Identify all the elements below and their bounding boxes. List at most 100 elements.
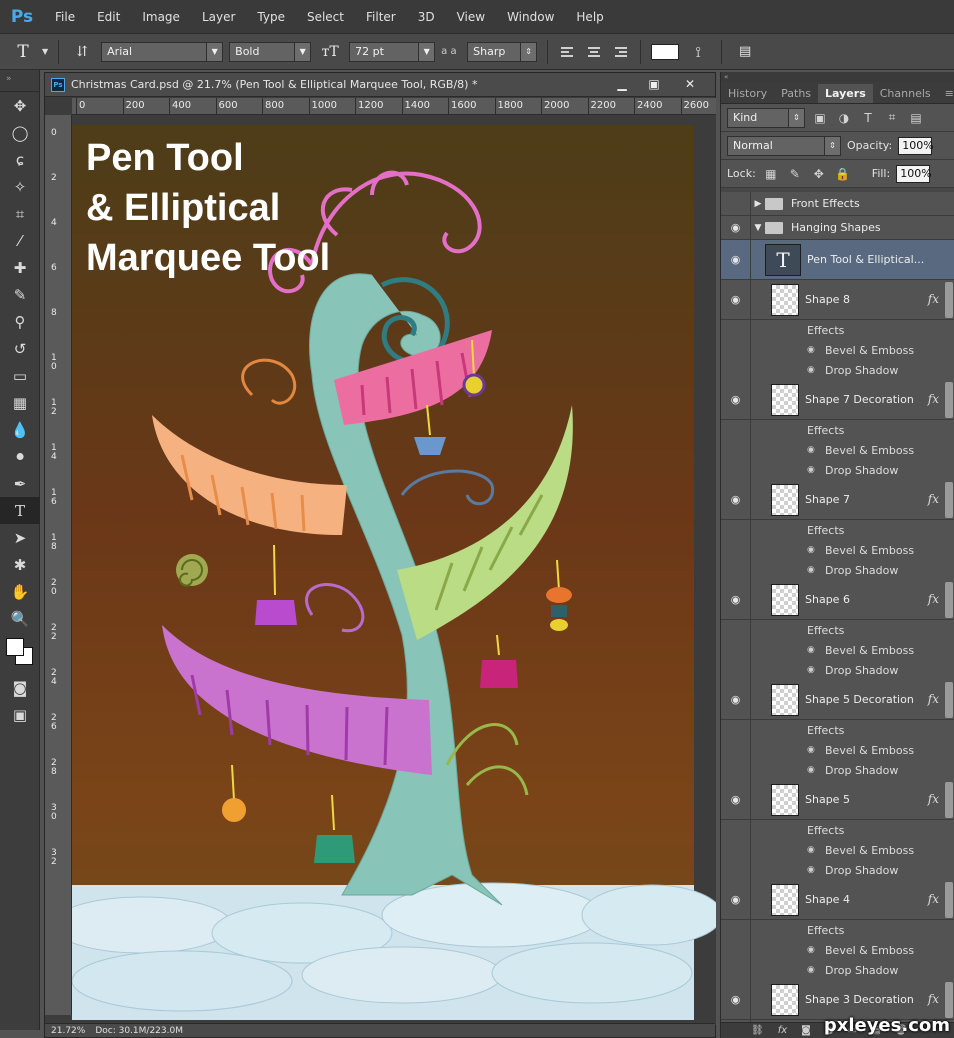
effect-bevel-row[interactable]: ◉ Bevel & Emboss [721, 740, 954, 760]
image-filter-icon[interactable]: ▣ [811, 110, 829, 126]
align-left-icon[interactable] [558, 42, 578, 62]
eye-icon[interactable]: ◉ [807, 465, 819, 475]
antialias-select[interactable]: Sharp ⇕ [467, 41, 538, 62]
lock-transparency-icon[interactable]: ▦ [762, 166, 780, 182]
eye-icon[interactable]: ◉ [807, 565, 819, 575]
fx-icon[interactable]: fx [928, 592, 939, 606]
expand-triangle-icon[interactable]: ▶ [751, 199, 765, 209]
layer-row[interactable]: ◉ Shape 8 fx [721, 279, 954, 320]
tab-history[interactable]: History [721, 84, 774, 103]
effects-toggle-icon[interactable] [945, 982, 953, 1018]
eye-icon[interactable]: ◉ [807, 745, 819, 755]
font-family-select[interactable]: Arial ▼ [101, 41, 224, 62]
eye-icon[interactable]: ◉ [807, 445, 819, 455]
effects-row[interactable]: Effects [721, 820, 954, 840]
lock-position-icon[interactable]: ✥ [810, 166, 828, 182]
font-style-select[interactable]: Bold ▼ [229, 41, 312, 62]
effects-toggle-icon[interactable] [945, 682, 953, 718]
eye-icon[interactable]: ◉ [721, 679, 751, 720]
preset-chevron-icon[interactable]: ▼ [42, 47, 48, 56]
eye-icon[interactable]: ◉ [807, 545, 819, 555]
effects-toggle-icon[interactable] [945, 782, 953, 818]
crop-icon[interactable]: ⌗ [0, 200, 40, 227]
effect-shadow-row[interactable]: ◉ Drop Shadow [721, 460, 954, 480]
screen-mode-icon[interactable]: ▣ [0, 701, 40, 728]
elliptical-marquee-icon[interactable]: ◯ [0, 119, 40, 146]
dodge-icon[interactable]: ⚫ [0, 443, 40, 470]
layer-group-hanging-shapes[interactable]: ◉ ▼ Hanging Shapes [721, 215, 954, 240]
pen-tool-icon[interactable]: ✒ [0, 470, 40, 497]
menu-file[interactable]: File [44, 10, 86, 24]
layer-row[interactable]: ◉ Shape 5 Decoration fx [721, 679, 954, 720]
effect-shadow-row[interactable]: ◉ Drop Shadow [721, 560, 954, 580]
menu-edit[interactable]: Edit [86, 10, 131, 24]
effects-toggle-icon[interactable] [945, 382, 953, 418]
eye-icon[interactable]: ◉ [807, 665, 819, 675]
eye-icon[interactable]: ◉ [721, 239, 751, 280]
shape-filter-icon[interactable]: ⌗ [883, 110, 901, 126]
canvas-area[interactable]: Pen Tool & Elliptical Marquee Tool [72, 115, 716, 1025]
effects-row[interactable]: Effects [721, 620, 954, 640]
layer-group-front-effects[interactable]: ◉ ▶ Front Effects [721, 192, 954, 216]
layer-row[interactable]: ◉ Shape 7 fx [721, 479, 954, 520]
layer-row[interactable]: ◉ Shape 4 fx [721, 879, 954, 920]
eye-icon[interactable]: ◉ [807, 965, 819, 975]
brush-icon[interactable]: ✎ [0, 281, 40, 308]
zoom-tool-icon[interactable]: 🔍 [0, 605, 40, 632]
menu-help[interactable]: Help [565, 10, 614, 24]
gradient-icon[interactable]: ▦ [0, 389, 40, 416]
fill-input[interactable]: 100% [896, 164, 932, 183]
history-brush-icon[interactable]: ↺ [0, 335, 40, 362]
eye-icon[interactable]: ◉ [807, 845, 819, 855]
fx-icon[interactable]: fx [928, 692, 939, 706]
eye-icon[interactable]: ◉ [807, 345, 819, 355]
warp-text-icon[interactable]: ⟟ [685, 39, 711, 65]
smart-object-filter-icon[interactable]: ▤ [907, 110, 925, 126]
fx-icon[interactable]: fx [928, 992, 939, 1006]
fx-icon[interactable]: fx [928, 392, 939, 406]
menu-3d[interactable]: 3D [407, 10, 446, 24]
fx-icon[interactable]: fx [928, 292, 939, 306]
text-color-swatch[interactable] [651, 43, 680, 60]
clone-stamp-icon[interactable]: ⚲ [0, 308, 40, 335]
blend-mode-select[interactable]: Normal ⇕ [727, 135, 841, 156]
tab-layers[interactable]: Layers [818, 84, 873, 103]
layer-row[interactable]: ◉ Shape 5 fx [721, 779, 954, 820]
effects-row[interactable]: Effects [721, 920, 954, 940]
effects-row[interactable]: Effects [721, 520, 954, 540]
layer-row[interactable]: ◉ Shape 6 fx [721, 579, 954, 620]
eye-icon[interactable]: ◉ [807, 765, 819, 775]
zoom-level[interactable]: 21.72% [51, 1026, 85, 1036]
menu-window[interactable]: Window [496, 10, 565, 24]
effect-bevel-row[interactable]: ◉ Bevel & Emboss [721, 440, 954, 460]
fx-icon[interactable]: fx [928, 792, 939, 806]
type-filter-icon[interactable]: T [859, 110, 877, 126]
move-tool-icon[interactable]: ✥ [0, 92, 40, 119]
maximize-icon[interactable]: ▣ [639, 75, 669, 93]
effect-shadow-row[interactable]: ◉ Drop Shadow [721, 660, 954, 680]
close-icon[interactable]: ✕ [675, 75, 705, 93]
eye-icon[interactable]: ◉ [807, 865, 819, 875]
effects-row[interactable]: Effects [721, 320, 954, 340]
type-tool-preset-icon[interactable]: T [10, 39, 36, 65]
menu-view[interactable]: View [446, 10, 496, 24]
eraser-icon[interactable]: ▭ [0, 362, 40, 389]
collapse-triangle-icon[interactable]: ▼ [751, 223, 765, 233]
eye-icon[interactable]: ◉ [721, 279, 751, 320]
align-center-icon[interactable] [584, 42, 604, 62]
foreground-color[interactable] [6, 638, 24, 656]
healing-brush-icon[interactable]: ✚ [0, 254, 40, 281]
effect-bevel-row[interactable]: ◉ Bevel & Emboss [721, 640, 954, 660]
lasso-icon[interactable]: ɕ [0, 146, 40, 173]
adjustment-filter-icon[interactable]: ◑ [835, 110, 853, 126]
custom-shape-icon[interactable]: ✱ [0, 551, 40, 578]
quick-mask-icon[interactable]: ◙ [0, 674, 40, 701]
eye-icon[interactable]: ◉ [807, 645, 819, 655]
panel-grip-icon[interactable]: « [721, 72, 954, 82]
layer-text[interactable]: ◉ T Pen Tool & Elliptical... [721, 239, 954, 280]
lock-all-icon[interactable]: 🔒 [834, 166, 852, 182]
effects-row[interactable]: Effects [721, 420, 954, 440]
menu-select[interactable]: Select [296, 10, 355, 24]
effects-toggle-icon[interactable] [945, 282, 953, 318]
add-mask-icon[interactable]: ◙ [801, 1025, 811, 1036]
